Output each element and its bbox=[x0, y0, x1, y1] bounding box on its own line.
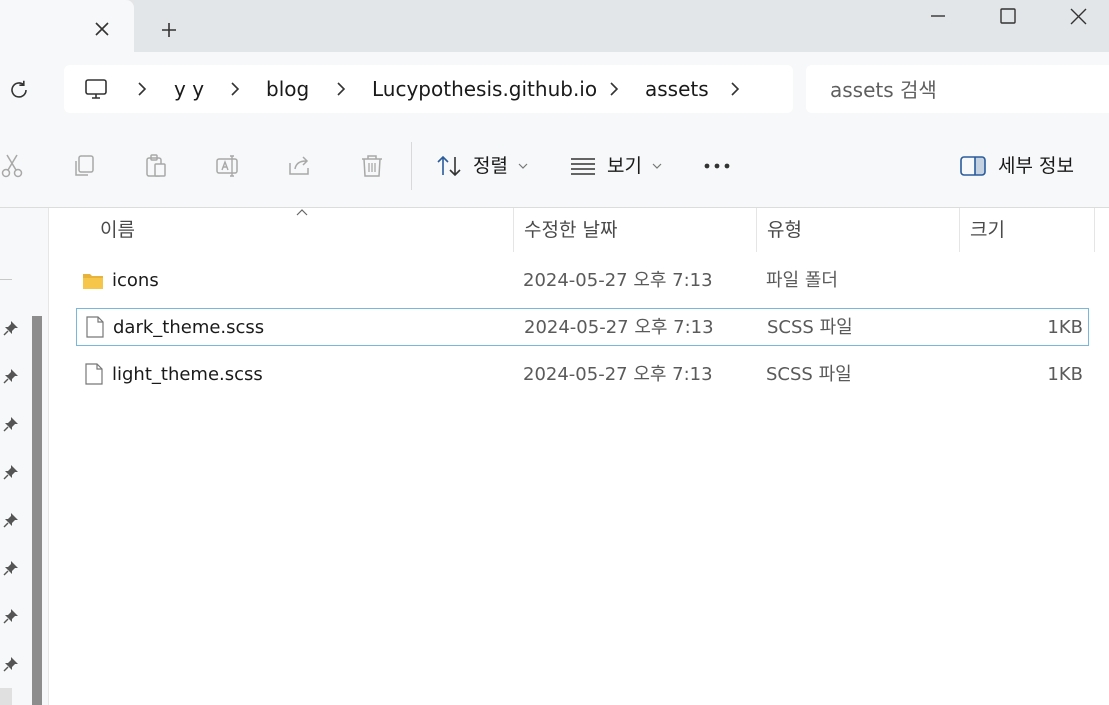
sort-button[interactable]: 정렬 bbox=[436, 150, 566, 182]
column-header-date[interactable]: 수정한 날짜 bbox=[524, 208, 617, 252]
file-name: icons bbox=[112, 270, 159, 291]
file-date: 2024-05-27 오후 7:13 bbox=[523, 364, 713, 385]
column-divider[interactable] bbox=[1094, 208, 1095, 252]
refresh-icon[interactable] bbox=[6, 77, 32, 103]
file-type: 파일 폴더 bbox=[766, 270, 838, 291]
column-header-size[interactable]: 크기 bbox=[970, 208, 1005, 252]
breadcrumb-item-blog[interactable]: blog bbox=[266, 65, 309, 113]
view-list-icon bbox=[571, 158, 595, 175]
pin-icon bbox=[2, 415, 20, 433]
nav-divider bbox=[0, 279, 12, 280]
search-box[interactable] bbox=[806, 65, 1109, 115]
tab-close-icon[interactable] bbox=[91, 18, 113, 40]
new-tab-plus-icon[interactable] bbox=[157, 18, 181, 42]
column-divider[interactable] bbox=[756, 208, 757, 252]
pin-icon bbox=[2, 559, 20, 577]
file-row[interactable]: icons 2024-05-27 오후 7:13 파일 폴더 bbox=[76, 262, 1089, 300]
nav-selected-item[interactable] bbox=[0, 688, 12, 705]
more-icon[interactable] bbox=[701, 150, 733, 182]
column-divider[interactable] bbox=[513, 208, 514, 252]
column-header-type[interactable]: 유형 bbox=[767, 208, 802, 252]
share-icon[interactable] bbox=[284, 150, 316, 182]
view-button[interactable]: 보기 bbox=[570, 150, 670, 182]
pin-icon bbox=[2, 607, 20, 625]
breadcrumb-chevron-icon[interactable] bbox=[133, 80, 151, 98]
chevron-down-icon bbox=[518, 163, 528, 169]
file-size: 1KB bbox=[1047, 364, 1083, 385]
file-type: SCSS 파일 bbox=[766, 364, 852, 385]
toolbar-separator bbox=[411, 142, 412, 190]
sort-icon bbox=[437, 155, 461, 177]
file-name: light_theme.scss bbox=[112, 364, 263, 385]
delete-icon[interactable] bbox=[356, 150, 388, 182]
details-pane-icon bbox=[960, 156, 986, 176]
breadcrumb-chevron-icon[interactable] bbox=[726, 80, 744, 98]
maximize-icon[interactable] bbox=[978, 0, 1038, 32]
breadcrumb-chevron-icon[interactable] bbox=[332, 80, 350, 98]
window-close-icon[interactable] bbox=[1048, 0, 1108, 32]
pin-icon bbox=[2, 319, 20, 337]
rename-icon[interactable] bbox=[212, 150, 244, 182]
breadcrumb-item-yy[interactable]: y y bbox=[174, 65, 204, 113]
search-input[interactable] bbox=[806, 65, 1109, 115]
file-icon bbox=[86, 316, 104, 338]
copy-icon[interactable] bbox=[68, 150, 100, 182]
file-date: 2024-05-27 오후 7:13 bbox=[524, 317, 714, 338]
chevron-down-icon bbox=[652, 163, 662, 169]
view-label: 보기 bbox=[607, 155, 642, 177]
file-date: 2024-05-27 오후 7:13 bbox=[523, 270, 713, 291]
breadcrumb-chevron-icon[interactable] bbox=[605, 80, 623, 98]
details-label: 세부 정보 bbox=[998, 155, 1074, 177]
breadcrumb-chevron-icon[interactable] bbox=[226, 80, 244, 98]
sort-ascending-icon bbox=[296, 209, 308, 216]
sort-label: 정렬 bbox=[473, 155, 508, 177]
file-row-selected[interactable]: dark_theme.scss 2024-05-27 오후 7:13 SCSS … bbox=[76, 308, 1089, 346]
file-type: SCSS 파일 bbox=[767, 317, 853, 338]
file-row[interactable]: light_theme.scss 2024-05-27 오후 7:13 SCSS… bbox=[76, 356, 1089, 394]
file-name: dark_theme.scss bbox=[113, 317, 265, 338]
pin-icon bbox=[2, 655, 20, 673]
monitor-icon[interactable] bbox=[84, 77, 108, 101]
breadcrumb-item-assets[interactable]: assets bbox=[645, 65, 709, 113]
pin-icon bbox=[2, 463, 20, 481]
pin-icon bbox=[2, 367, 20, 385]
pin-icon bbox=[2, 511, 20, 529]
cut-icon[interactable] bbox=[0, 150, 28, 182]
details-pane-button[interactable]: 세부 정보 bbox=[960, 150, 1090, 182]
active-tab[interactable] bbox=[0, 0, 134, 52]
nav-scrollbar[interactable] bbox=[32, 316, 42, 705]
column-header-name[interactable]: 이름 bbox=[100, 208, 135, 252]
folder-icon bbox=[83, 274, 103, 289]
column-divider[interactable] bbox=[959, 208, 960, 252]
minimize-icon[interactable] bbox=[908, 0, 968, 32]
breadcrumb-item-repo[interactable]: Lucypothesis.github.io bbox=[372, 65, 597, 113]
file-icon bbox=[85, 363, 103, 385]
paste-icon[interactable] bbox=[140, 150, 172, 182]
file-size: 1KB bbox=[1047, 317, 1083, 338]
